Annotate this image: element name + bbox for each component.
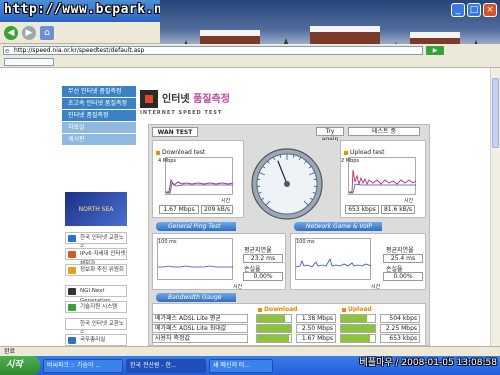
- bandwidth-upload-value: 653 kbps: [380, 334, 420, 343]
- download-scale: 4 Mbps: [158, 158, 177, 164]
- taskbar-item-messenger[interactable]: 새 메신저 타...: [209, 358, 273, 373]
- site-logo[interactable]: 인터넷 품질측정 INTERNET SPEED TEST: [140, 88, 260, 118]
- try-again-button[interactable]: Try again: [316, 127, 344, 143]
- bandwidth-row-label: 메가패스 ADSL Lite 평균: [152, 314, 248, 323]
- ping-time-axis: 시간: [233, 284, 243, 290]
- sidebar-link-label: 정보화 추진 위원회: [80, 267, 124, 273]
- window-controls: _ □ ×: [451, 3, 497, 17]
- ping-avg-value: 23.2 ms: [243, 254, 283, 263]
- ie-page-icon: e: [5, 46, 10, 55]
- committee-icon: [68, 267, 76, 274]
- sidebar-link-ix2[interactable]: 한국 인터넷 교환노드: [65, 318, 127, 337]
- taskbar-item-bcpark[interactable]: 비씨파크 :: 가슴이 ...: [43, 358, 123, 373]
- logo-mark-icon: [140, 90, 158, 108]
- ping-loss-value: 0.00%: [243, 272, 283, 281]
- sidebar-item-board[interactable]: 게시판: [62, 134, 136, 146]
- bandwidth-row-label: 메가패스 ADSL Lite 최대값: [152, 324, 248, 333]
- gauge-hub: [284, 181, 290, 187]
- upload-title: Upload test: [344, 149, 384, 156]
- address-row: e http://speed.nia.or.kr/speedtest/defau…: [0, 44, 500, 56]
- support-icon: [68, 304, 76, 311]
- test-status-field: 테스트 중: [348, 127, 420, 136]
- address-input[interactable]: e http://speed.nia.or.kr/speedtest/defau…: [3, 45, 423, 55]
- download-title: Download test: [156, 149, 205, 156]
- start-button[interactable]: 시작: [0, 356, 40, 375]
- download-time-axis: 시간: [221, 198, 231, 204]
- vertical-scrollbar[interactable]: [490, 68, 500, 346]
- bandwidth-upload-value: 2.25 Mbps: [380, 324, 420, 333]
- bandwidth-upload-header: Upload: [342, 306, 372, 313]
- home-icon[interactable]: ⌂: [40, 25, 54, 40]
- upload-time-axis: 시간: [404, 198, 414, 204]
- ipv6-icon: [68, 251, 76, 258]
- forward-icon[interactable]: ▶: [22, 25, 36, 40]
- speed-gauge: [251, 148, 323, 220]
- toolbar-search-input[interactable]: [4, 57, 54, 66]
- sidebar-link-pmo[interactable]: 국무총리실: [65, 334, 127, 346]
- logo-subtitle: INTERNET SPEED TEST: [140, 110, 223, 116]
- ping-test-header: General Ping Test: [156, 222, 236, 231]
- logo-title: 인터넷 품질측정: [162, 94, 230, 105]
- datestamp-overlay: 베플마우 / 2008-01-05 13:08:58: [359, 358, 497, 368]
- voip-avg-value: 25.4 ms: [383, 254, 423, 263]
- bandwidth-download-bar: [256, 324, 292, 333]
- upload-scale: 2 Mbps: [341, 158, 360, 164]
- bandwidth-upload-bar: [340, 324, 376, 333]
- voip-graph-svg: [295, 257, 372, 268]
- sidebar-link-ix[interactable]: 한국 인터넷 교환노드: [65, 232, 127, 251]
- upload-kbps: 81.6 kB/s: [381, 205, 415, 214]
- ping-graph-svg: [158, 265, 233, 268]
- browser-toolbar: ◀ ▶ ⌂: [0, 22, 160, 44]
- download-speed: 1.67 Mbps: [159, 205, 199, 214]
- voip-test-header: Network Game & VoIP Test: [294, 222, 382, 239]
- ngi-icon: [68, 288, 76, 295]
- sidebar-link-ngi[interactable]: NGI Next Generation: [65, 285, 127, 304]
- watermark-url: http://www.bcpark.net: [4, 2, 179, 17]
- scrollbar-thumb[interactable]: [492, 78, 499, 148]
- tab-wan-test[interactable]: WAN TEST: [152, 127, 198, 137]
- bandwidth-download-value: 1.38 Mbps: [296, 314, 336, 323]
- sidebar-link-committee[interactable]: 정보화 추진 위원회: [65, 264, 127, 276]
- bandwidth-header: Bandwidth Gauge: [156, 293, 236, 302]
- upload-speed: 653 kbps: [345, 205, 379, 214]
- sidebar-item-broadband[interactable]: 초고속 인터넷 품질측정: [62, 98, 136, 110]
- ping-scale: 100 ms: [158, 239, 177, 245]
- minimize-icon[interactable]: _: [451, 3, 465, 17]
- maximize-icon[interactable]: □: [467, 3, 481, 17]
- links-toolbar: [0, 56, 500, 68]
- status-text: 완료: [4, 348, 16, 355]
- sidebar-banner[interactable]: NORTH SEA: [65, 192, 127, 226]
- bandwidth-row-label: 사용자 측정값: [152, 334, 248, 343]
- voip-loss-value: 0.00%: [383, 272, 423, 281]
- go-button[interactable]: ▶: [426, 45, 444, 55]
- close-icon[interactable]: ×: [483, 3, 497, 17]
- ix-icon: [68, 235, 76, 242]
- back-icon[interactable]: ◀: [4, 25, 18, 40]
- bandwidth-download-bar: [256, 314, 292, 323]
- sidebar-link-label: 국무총리실: [80, 337, 106, 343]
- bandwidth-download-value: 1.67 Mbps: [296, 334, 336, 343]
- voip-avg-label: 평균지연율: [386, 247, 414, 254]
- upload-graph-svg: [349, 169, 417, 194]
- sidebar-link-support[interactable]: 기술지원 시스템: [65, 301, 127, 313]
- ping-avg-label: 평균지연율: [244, 247, 272, 254]
- sidebar-item-internet[interactable]: 인터넷 품질측정: [62, 110, 136, 122]
- voip-time-axis: 시간: [371, 284, 381, 290]
- sidebar-link-ipv6[interactable]: IPv6 자세대 인터넷 체험관: [65, 248, 127, 267]
- bandwidth-upload-bar: [340, 334, 376, 343]
- bandwidth-upload-value: 504 kbps: [380, 314, 420, 323]
- download-kbps: 209 kB/s: [201, 205, 233, 214]
- download-graph-svg: [166, 178, 234, 194]
- sidebar-link-label: 기술지원 시스템: [80, 304, 118, 310]
- bandwidth-download-value: 2.50 Mbps: [296, 324, 336, 333]
- pmo-icon: [68, 337, 76, 344]
- address-text: http://speed.nia.or.kr/speedtest/default…: [14, 46, 145, 54]
- sidebar-item-wireless[interactable]: 무선 인터넷 품질측정: [62, 86, 136, 98]
- bandwidth-download-header: Download: [258, 306, 297, 313]
- sidebar-item-archive[interactable]: 자료실: [62, 122, 136, 134]
- voip-scale: 100 ms: [296, 239, 315, 245]
- bandwidth-upload-bar: [340, 314, 376, 323]
- taskbar-item-speedtest[interactable]: 한국 전산원 - 한...: [126, 358, 206, 373]
- bandwidth-download-bar: [256, 334, 292, 343]
